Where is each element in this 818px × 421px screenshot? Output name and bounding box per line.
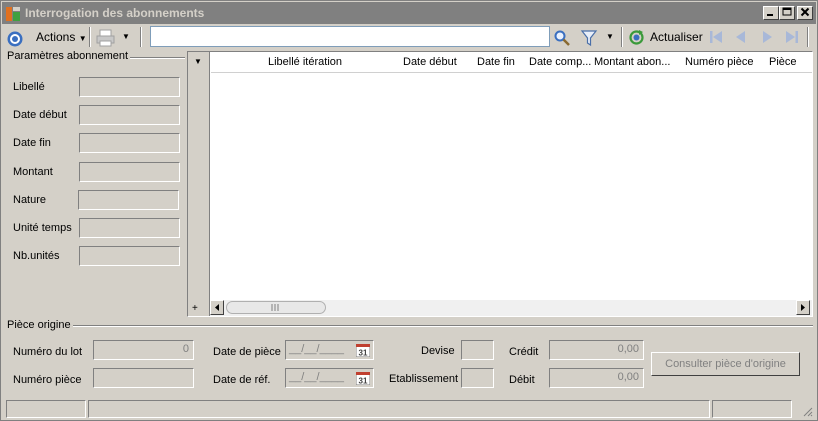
toolbar-separator — [621, 27, 623, 47]
column-header[interactable]: Pièce — [769, 56, 809, 68]
date-ref-mask: __/__/____ — [289, 371, 345, 383]
label-date-ref: Date de réf. — [213, 374, 271, 386]
print-dropdown-icon[interactable]: ▼ — [122, 26, 130, 48]
close-icon — [800, 7, 810, 17]
status-cell — [6, 400, 86, 418]
scroll-thumb[interactable] — [226, 301, 326, 314]
date-debut-field[interactable] — [79, 105, 180, 125]
label-credit: Crédit — [509, 346, 539, 358]
maximize-button[interactable] — [779, 6, 795, 20]
label-libelle: Libellé — [13, 81, 45, 93]
label-unite-temps: Unité temps — [13, 222, 72, 234]
montant-field[interactable] — [79, 162, 180, 182]
column-header[interactable]: Date comp... — [529, 56, 593, 68]
minimize-button[interactable] — [763, 6, 779, 20]
etablissement-field[interactable] — [461, 368, 494, 388]
filter-dropdown-icon[interactable]: ▼ — [606, 26, 614, 48]
calendar-icon[interactable]: 31 — [356, 344, 370, 357]
toolbar: Actions ▼ ▼ ▼ Actualiser — [2, 24, 816, 50]
maximize-icon — [782, 7, 792, 16]
label-montant: Montant — [13, 166, 53, 178]
calendar-day: 31 — [359, 377, 368, 386]
toolbar-separator — [140, 27, 142, 47]
toolbar-separator — [807, 27, 809, 47]
label-nb-unites: Nb.unités — [13, 250, 60, 262]
column-header[interactable]: Date début — [403, 56, 473, 68]
main-window: Interrogation des abonnements Actions ▼ … — [0, 0, 818, 421]
actions-label: Actions — [36, 30, 76, 44]
group-border — [71, 325, 813, 327]
label-numero-piece: Numéro pièce — [13, 374, 82, 386]
calendar-day: 31 — [359, 349, 368, 358]
date-piece-mask: __/__/____ — [289, 343, 345, 355]
last-record-icon[interactable] — [781, 26, 803, 48]
label-date-fin: Date fin — [13, 137, 51, 149]
refresh-label: Actualiser — [650, 30, 703, 44]
horizontal-scrollbar[interactable] — [210, 300, 812, 316]
scroll-left-button[interactable] — [210, 300, 224, 315]
nb-unites-field[interactable] — [79, 246, 180, 266]
numero-lot-value: 0 — [182, 343, 189, 355]
grid-row-header: ▼ — [188, 52, 210, 316]
status-cell — [88, 400, 710, 418]
next-record-icon[interactable] — [756, 26, 778, 48]
label-debit: Débit — [509, 374, 535, 386]
devise-field[interactable] — [461, 340, 494, 360]
consult-origin-button[interactable]: Consulter pièce d'origine — [651, 352, 800, 376]
toolbar-separator — [89, 27, 91, 47]
search-input[interactable] — [150, 26, 550, 47]
refresh-icon — [629, 30, 644, 45]
actions-menu[interactable]: Actions ▼ — [36, 26, 87, 48]
origin-group-label: Pièce origine — [5, 319, 73, 331]
search-icon[interactable] — [553, 27, 571, 49]
label-date-piece: Date de pièce — [213, 346, 281, 358]
label-devise: Devise — [421, 345, 455, 357]
column-chooser-icon[interactable]: ▼ — [194, 57, 202, 66]
date-fin-field[interactable] — [79, 133, 180, 153]
minimize-icon — [767, 14, 773, 16]
column-header[interactable]: Date fin — [477, 56, 527, 68]
group-border — [127, 57, 185, 59]
calendar-icon[interactable]: 31 — [356, 372, 370, 385]
label-etablissement: Etablissement — [389, 373, 459, 385]
credit-value: 0,00 — [617, 343, 639, 355]
app-icon — [6, 7, 20, 21]
arrow-left-icon — [215, 304, 219, 311]
numero-lot-field[interactable]: 0 — [93, 340, 194, 360]
previous-record-icon[interactable] — [730, 26, 752, 48]
label-numero-lot: Numéro du lot — [13, 346, 83, 358]
close-button[interactable] — [797, 6, 813, 20]
libelle-field[interactable] — [79, 77, 180, 97]
credit-field[interactable]: 0,00 — [549, 340, 644, 360]
date-ref-field[interactable]: __/__/____ 31 — [285, 368, 374, 388]
arrow-right-icon — [801, 304, 805, 311]
grid-header: Libellé itération Date début Date fin Da… — [211, 52, 812, 73]
grip-icon — [271, 304, 279, 311]
debit-field[interactable]: 0,00 — [549, 368, 644, 388]
first-record-icon[interactable] — [705, 26, 727, 48]
resize-grip-icon[interactable] — [801, 405, 813, 417]
scroll-right-button[interactable] — [796, 300, 810, 315]
nature-field[interactable] — [78, 190, 179, 210]
column-header[interactable]: Montant abon... — [594, 56, 676, 68]
title-bar[interactable]: Interrogation des abonnements — [2, 2, 816, 24]
date-piece-field[interactable]: __/__/____ 31 — [285, 340, 374, 360]
column-header[interactable]: Numéro pièce — [685, 56, 761, 68]
params-group-label: Paramètres abonnement — [5, 50, 131, 62]
status-bar — [2, 399, 816, 419]
debit-value: 0,00 — [617, 371, 639, 383]
app-menu-icon[interactable] — [6, 28, 24, 50]
window-title: Interrogation des abonnements — [25, 6, 205, 20]
filter-icon[interactable] — [580, 27, 598, 49]
print-icon[interactable] — [95, 27, 117, 49]
iterations-grid[interactable]: ▼ Libellé itération Date début Date fin … — [187, 51, 813, 317]
label-nature: Nature — [13, 194, 47, 206]
label-date-debut: Date début — [13, 109, 67, 121]
chevron-down-icon: ▼ — [78, 34, 87, 43]
numero-piece-field[interactable] — [93, 368, 194, 388]
column-header[interactable]: Libellé itération — [268, 56, 388, 68]
expand-icon[interactable]: + — [192, 303, 198, 314]
unite-temps-field[interactable] — [79, 218, 180, 238]
status-cell — [712, 400, 792, 418]
